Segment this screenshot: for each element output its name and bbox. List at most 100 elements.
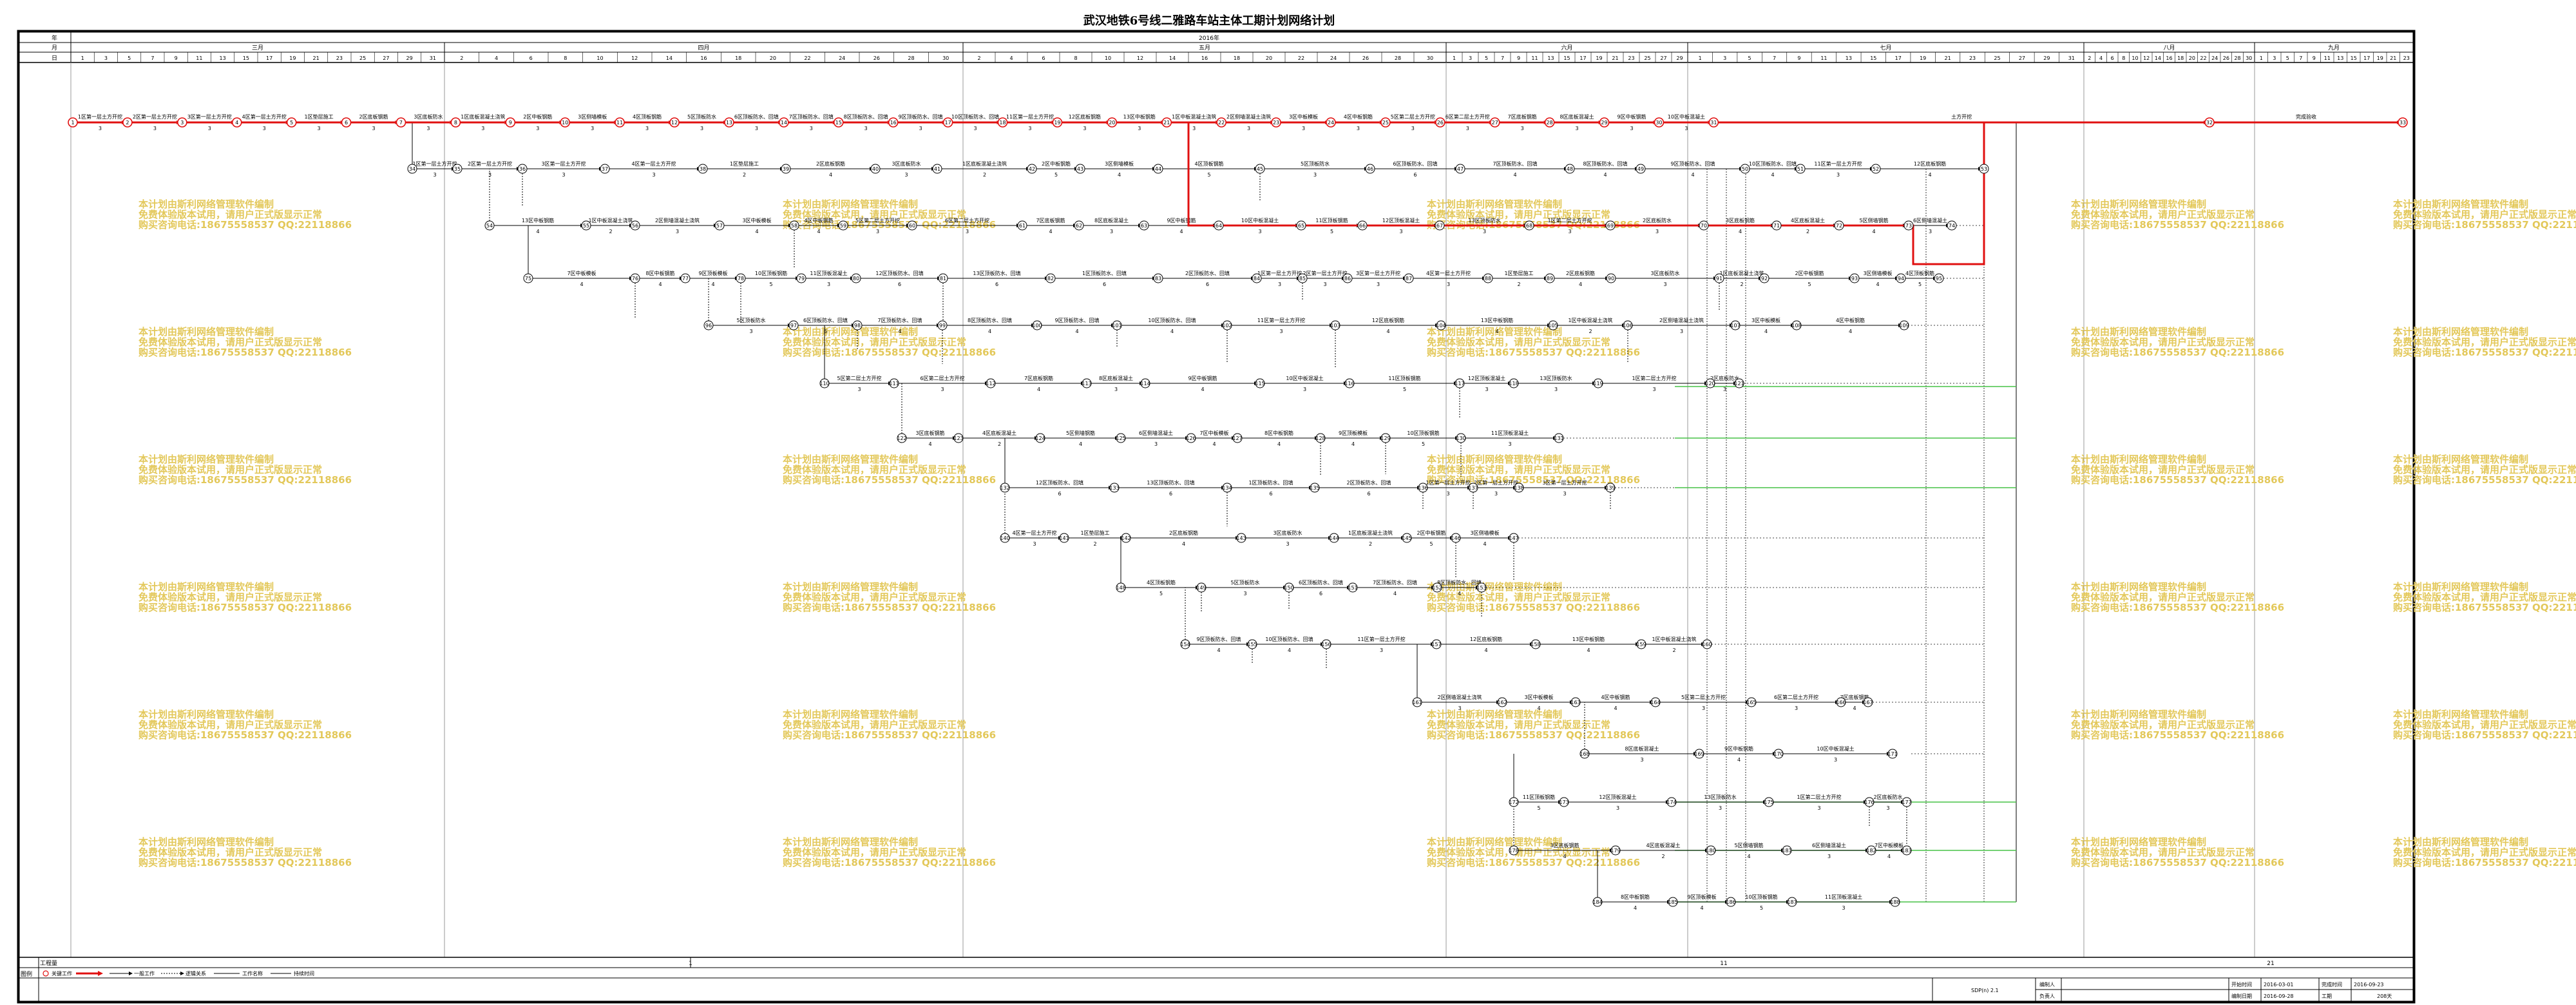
activity-name: 2区侧墙混凝土浇筑: [655, 217, 700, 224]
activity-duration: 3: [1568, 229, 1571, 235]
activity-duration: 4: [1277, 441, 1281, 447]
day-label: 3: [2273, 55, 2276, 61]
activity-duration: 3: [1377, 282, 1380, 287]
svg-text:62: 62: [1076, 223, 1082, 229]
svg-text:58: 58: [791, 223, 797, 229]
activity-name: 8区顶板防水、回填: [1437, 579, 1482, 586]
svg-text:107: 107: [1730, 323, 1740, 329]
watermark-text: 购买咨询电话:18675558537 QQ:22118866: [783, 729, 996, 741]
legend-label: 图例: [21, 970, 32, 978]
critical-activity-name: 6区第二层土方开挖: [1445, 113, 1490, 120]
activity-duration: 4: [1603, 172, 1607, 178]
svg-text:51: 51: [1797, 166, 1804, 172]
outer-frame: [17, 30, 2416, 1004]
event-node: 32: [2204, 117, 2215, 128]
svg-text:160: 160: [1702, 642, 1712, 647]
svg-text:1: 1: [71, 120, 74, 126]
watermark-text: 购买咨询电话:18675558537 QQ:22118866: [138, 347, 352, 358]
event-node: 26: [1435, 117, 1445, 128]
svg-text:120: 120: [1705, 381, 1715, 387]
legend-critical-label: 关键工作: [52, 970, 72, 977]
activity-name: 11区顶板混凝土: [1491, 430, 1529, 436]
event-node: 60: [907, 220, 917, 231]
critical-activity-name: 3区底板防水: [414, 113, 443, 120]
event-node: 96: [703, 320, 714, 330]
event-node: 164: [1650, 697, 1661, 707]
event-node: 161: [1412, 697, 1422, 707]
activity-name: 1区垫层施工: [1080, 530, 1109, 536]
svg-text:75: 75: [525, 276, 531, 282]
day-label: 16: [1201, 55, 1208, 61]
activity-duration: 3: [1680, 329, 1683, 334]
svg-text:117: 117: [1455, 381, 1464, 387]
svg-text:32: 32: [2206, 120, 2213, 126]
month-label: 九月: [2328, 44, 2340, 52]
activity-name: 7区底板钢筋: [1024, 375, 1053, 381]
svg-text:94: 94: [1898, 276, 1904, 282]
activity-duration: 3: [940, 387, 944, 392]
svg-text:79: 79: [798, 276, 805, 282]
activity-name: 5区侧墙钢筋: [1066, 430, 1095, 436]
event-node: 35: [452, 164, 463, 174]
month-label: 三月: [252, 44, 263, 52]
activity-duration: 3: [1110, 229, 1113, 235]
event-node: 15: [833, 117, 844, 128]
svg-text:56: 56: [632, 223, 638, 229]
activity-name: 2区底板钢筋: [1566, 270, 1595, 276]
critical-activity-name: 7区顶板防水、回填: [789, 113, 834, 120]
activity-name: 2区底板钢筋: [1169, 530, 1198, 536]
critical-activity-duration: 3: [263, 126, 266, 131]
activity-name: 7区顶板防水、回填: [877, 317, 922, 323]
activity-name: 5区顶板防水: [1230, 579, 1259, 586]
critical-activity-duration: 3: [973, 126, 977, 131]
day-label: 13: [1846, 55, 1852, 61]
watermark-text: 购买咨询电话:18675558537 QQ:22118866: [2393, 602, 2576, 613]
activity-duration: 4: [755, 229, 758, 235]
svg-text:90: 90: [1608, 276, 1614, 282]
activity-duration: 4: [1483, 541, 1486, 547]
legend-duration-label: 持续时间: [294, 970, 314, 977]
activity-duration: 3: [1279, 329, 1283, 334]
svg-text:18: 18: [999, 120, 1006, 126]
event-node: 126: [1186, 433, 1196, 443]
month-label: 四月: [698, 44, 709, 52]
critical-tail-label: 完成验收: [2296, 113, 2316, 120]
watermark-text: 购买咨询电话:18675558537 QQ:22118866: [1427, 729, 1640, 741]
day-label: 15: [1563, 55, 1570, 61]
critical-activity-name: 1区中板混凝土浇筑: [1172, 113, 1216, 120]
svg-text:115: 115: [1255, 381, 1264, 387]
event-node: 118: [1509, 378, 1519, 388]
event-node: 81: [938, 273, 948, 283]
event-node: 16: [888, 117, 899, 128]
day-label: 18: [735, 55, 741, 61]
day-label: 25: [1644, 55, 1650, 61]
event-node: 155: [1247, 639, 1257, 649]
svg-text:46: 46: [1367, 166, 1373, 172]
activity-duration: 5: [1918, 282, 1922, 287]
activity-name: 10区顶板钢筋: [1407, 430, 1439, 436]
day-label: 12: [2143, 55, 2150, 61]
watermark-text: 购买咨询电话:18675558537 QQ:22118866: [138, 219, 352, 231]
activity-duration: 2: [983, 172, 986, 178]
activity-duration: 3: [1323, 282, 1326, 287]
critical-activity-duration: 3: [1357, 126, 1360, 131]
activity-duration: 2: [1369, 541, 1372, 547]
activity-name: 9区顶板防水、回填: [1196, 636, 1241, 642]
day-label: 28: [2234, 55, 2240, 61]
activity-duration: 3: [652, 172, 655, 178]
activity-name: 9区中板钢筋: [1724, 745, 1753, 752]
event-node: 172: [1509, 797, 1519, 807]
activity-duration: 4: [1563, 854, 1566, 859]
event-node: 125: [1116, 433, 1126, 443]
event-node: 107: [1730, 320, 1741, 330]
activity-duration: 4: [1587, 647, 1590, 653]
svg-text:183: 183: [1902, 848, 1911, 854]
month-label: 五月: [1199, 44, 1210, 52]
svg-text:74: 74: [1949, 223, 1955, 229]
event-node: 75: [523, 273, 533, 283]
svg-text:158: 158: [1531, 642, 1540, 647]
activity-name: 10区顶板防水、回填: [1265, 636, 1313, 642]
activity-name: 7区顶板防水、回填: [1373, 579, 1417, 586]
critical-activity-name: 10区顶板防水、回填: [951, 113, 999, 120]
event-node: 43: [1075, 164, 1085, 174]
